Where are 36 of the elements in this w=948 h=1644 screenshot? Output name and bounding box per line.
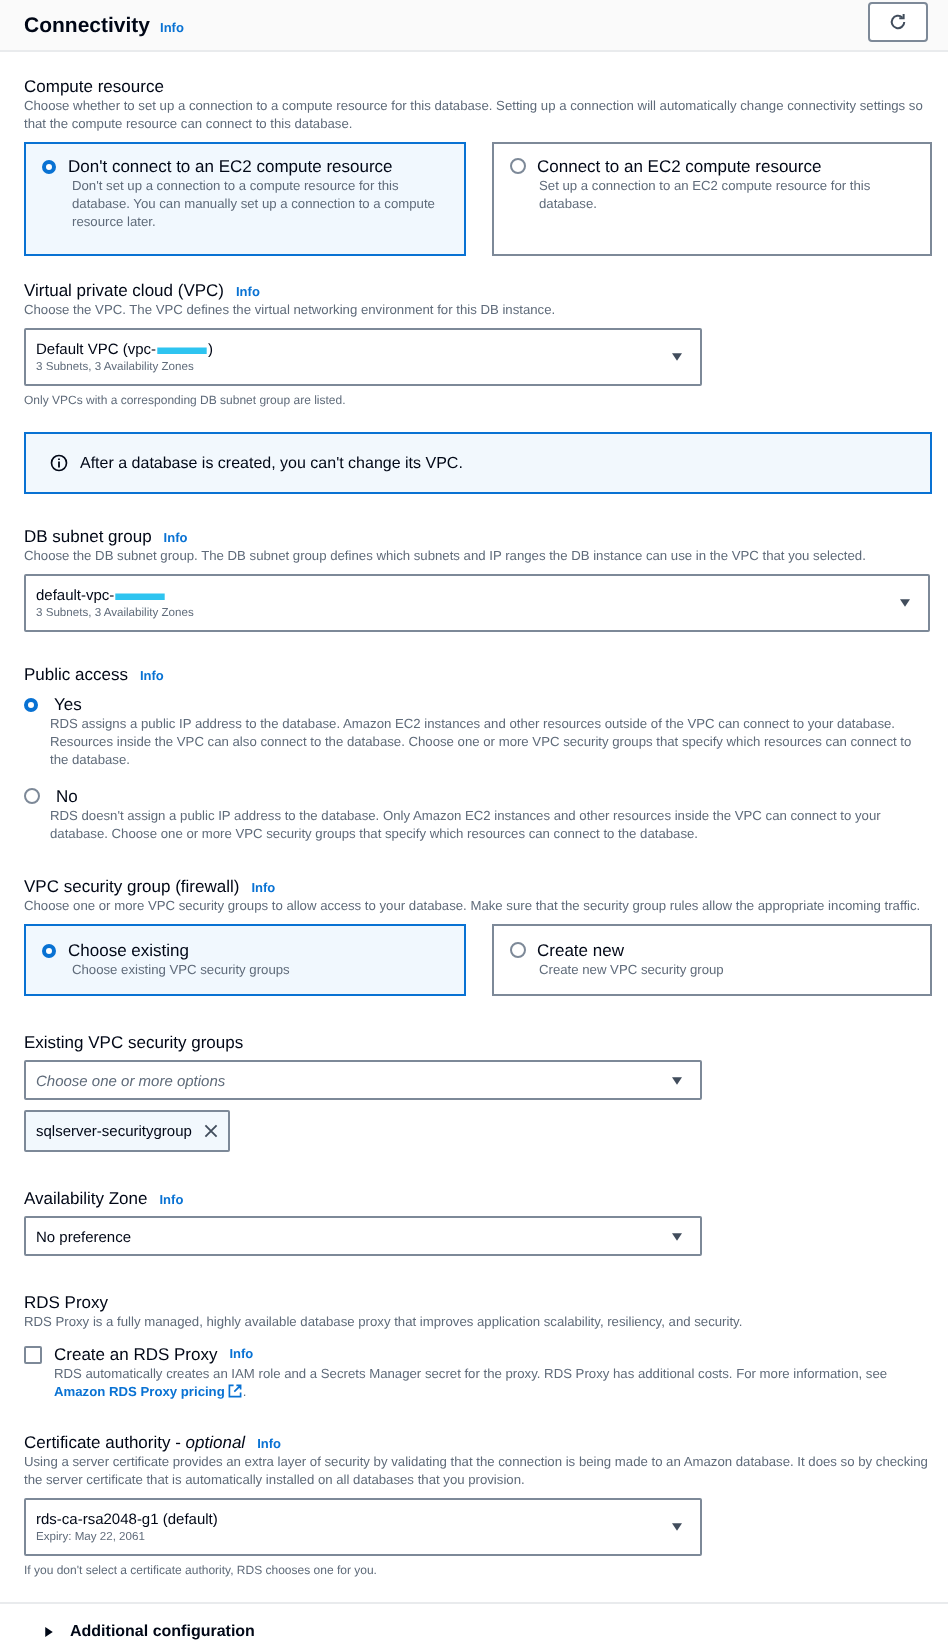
caret-down-icon: [670, 1075, 684, 1085]
field-label: Public access: [24, 664, 128, 684]
refresh-button[interactable]: [868, 1, 928, 41]
field-label: Existing VPC security groups: [24, 1032, 244, 1052]
external-link-icon: [228, 1384, 243, 1398]
alert-text: After a database is created, you can't change its VPC.: [80, 454, 463, 472]
option-title: Choose existing: [68, 940, 189, 960]
radio-button[interactable]: [509, 158, 525, 174]
checkbox[interactable]: [24, 1345, 42, 1363]
option-title: Connect to an EC2 compute resource: [537, 156, 822, 176]
option-title: Don't connect to an EC2 compute resource: [68, 156, 393, 176]
radio-button[interactable]: [24, 788, 40, 804]
caret-down-icon: [670, 352, 684, 362]
field-label: DB subnet group: [24, 526, 152, 546]
field-label: Compute resource: [24, 76, 164, 96]
field-label: Virtual private cloud (VPC): [24, 280, 224, 300]
radio-button[interactable]: [24, 697, 38, 711]
section-title: Connectivity: [24, 13, 151, 37]
field-label: RDS Proxy: [24, 1292, 109, 1312]
option-title: No: [56, 786, 78, 806]
info-icon: [50, 454, 68, 472]
close-icon: [203, 1124, 218, 1138]
caret-down-icon: [670, 1231, 684, 1241]
caret-down-icon: [670, 1522, 684, 1532]
option-title: Create an RDS Proxy: [54, 1344, 218, 1364]
field-label: VPC security group (firewall): [24, 876, 240, 896]
caret-down-icon: [898, 598, 912, 608]
radio-button[interactable]: [42, 159, 56, 173]
expander-toggle[interactable]: Additional configuration: [44, 1622, 904, 1640]
field-label: Availability Zone: [24, 1188, 148, 1208]
radio-button[interactable]: [42, 943, 56, 957]
radio-button[interactable]: [509, 942, 525, 958]
option-title: Create new: [537, 940, 624, 960]
field-label: Certificate authority - optional: [24, 1432, 246, 1452]
refresh-icon: [888, 11, 908, 31]
option-title: Yes: [54, 694, 82, 714]
